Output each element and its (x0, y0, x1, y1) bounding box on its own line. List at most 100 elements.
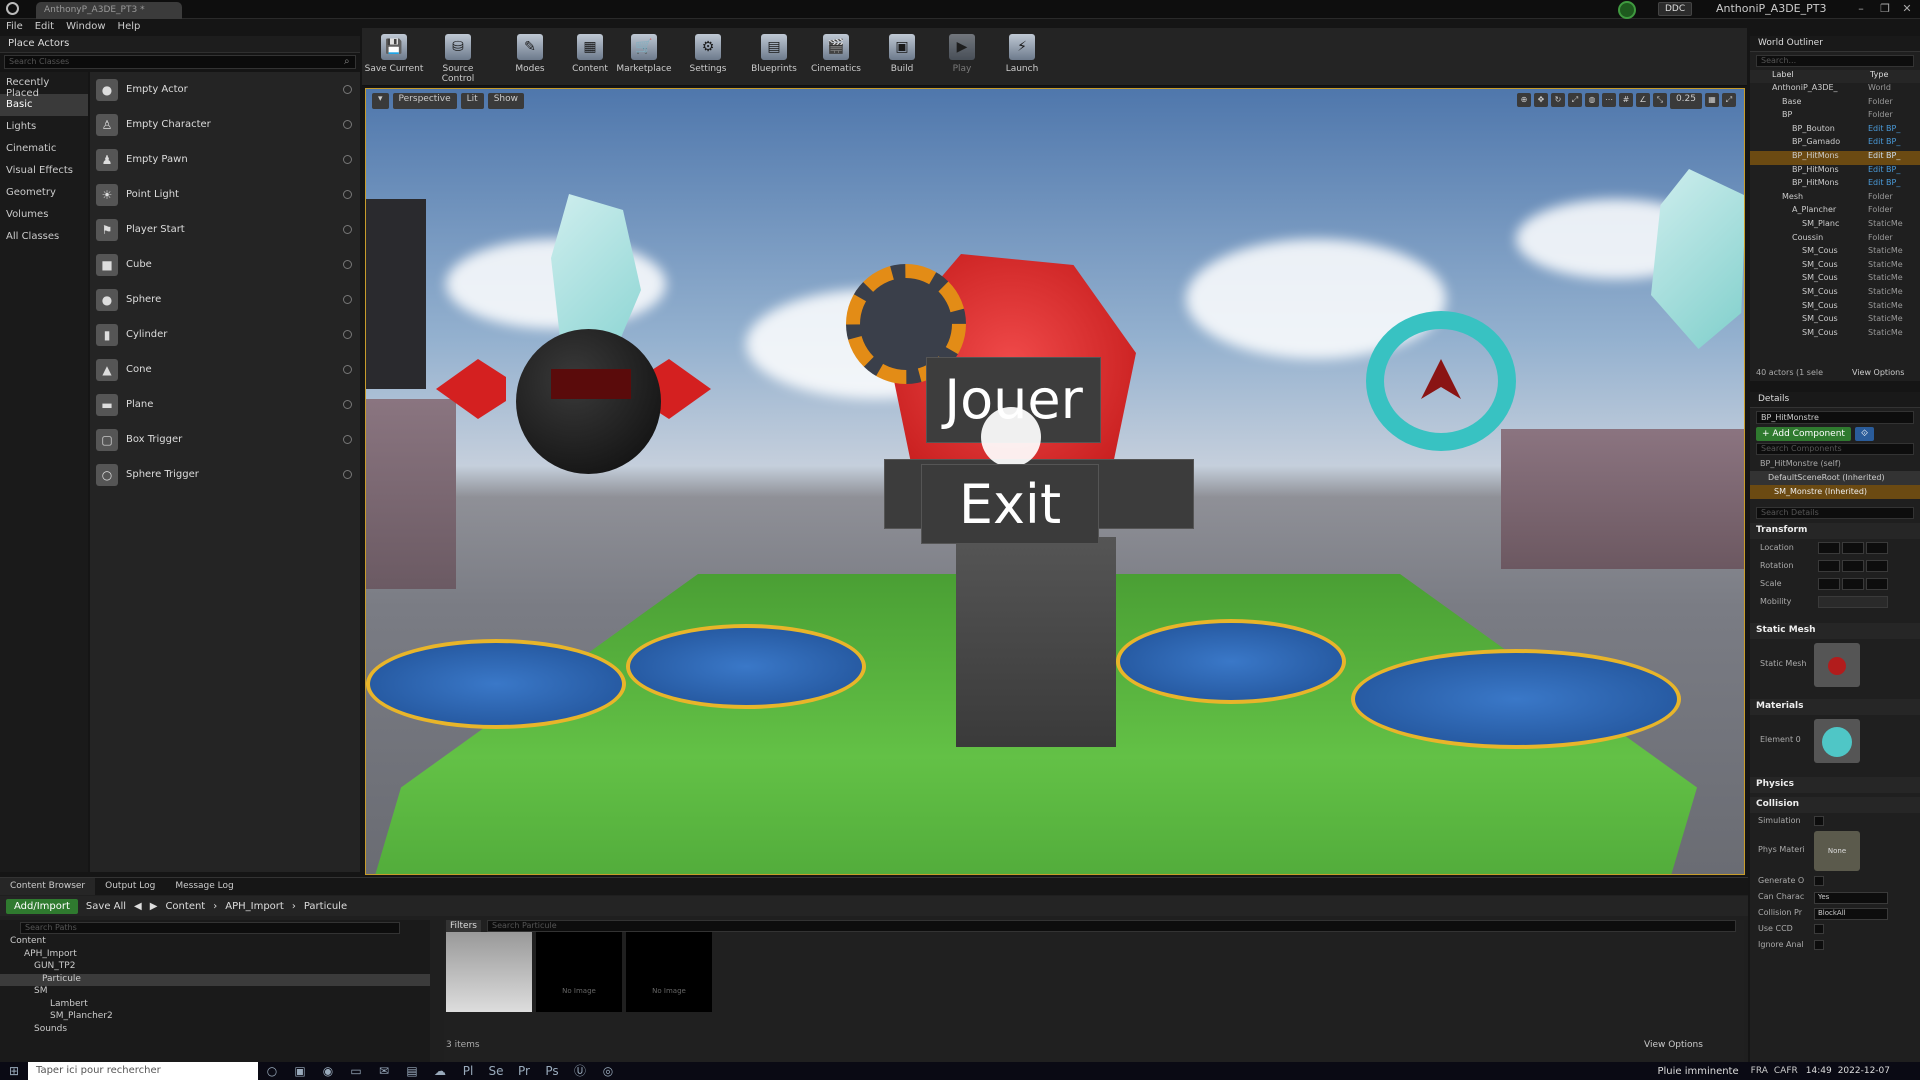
search-classes-input[interactable]: Search Classes (4, 55, 356, 69)
minimize-icon[interactable]: – (1852, 2, 1870, 15)
grid-snap-icon[interactable]: # (1618, 93, 1633, 107)
actor-sphere[interactable]: ● Sphere (90, 282, 360, 317)
menu-file[interactable]: File (0, 19, 29, 34)
marketplace-button[interactable]: 🛒 Marketplace (612, 34, 676, 82)
camera-speed[interactable]: 0.25 (1669, 93, 1702, 109)
asset-thumbnail[interactable]: No Image (626, 932, 712, 1012)
outliner-row-selected[interactable]: BP_HitMons Edit BP_ (1750, 150, 1920, 165)
angle-snap-icon[interactable]: ∠ (1635, 93, 1650, 107)
cortana-icon[interactable]: ○ (258, 1062, 286, 1080)
exit-button[interactable]: Exit (921, 464, 1099, 544)
pl-app-icon[interactable]: Pl (454, 1062, 482, 1080)
blueprints-button[interactable]: ▤ Blueprints (742, 34, 806, 82)
search-paths-input[interactable]: Search Paths (20, 922, 400, 934)
lit-button[interactable]: Lit (460, 93, 484, 109)
edit-bp-link[interactable]: Edit BP_ (1868, 124, 1900, 133)
save-all-button[interactable]: Save All (86, 901, 126, 912)
outliner-row[interactable]: SM_Cous StaticMe (1750, 314, 1920, 328)
folder-aph-import[interactable]: APH_Import (0, 949, 430, 962)
actor-player-start[interactable]: ⚑ Player Start (90, 212, 360, 247)
store-icon[interactable]: ▤ (398, 1062, 426, 1080)
edit-bp-link[interactable]: Edit BP_ (1868, 151, 1900, 160)
outliner-row[interactable]: A_Plancher Folder (1750, 205, 1920, 219)
actor-empty-character[interactable]: ♙ Empty Character (90, 107, 360, 142)
cinematics-button[interactable]: 🎬 Cinematics (804, 34, 868, 82)
select-icon[interactable]: ⊕ (1516, 93, 1531, 107)
outliner-row[interactable]: SM_Planc StaticMe (1750, 219, 1920, 233)
clock-time[interactable]: 14:49 (1806, 1066, 1838, 1076)
maximize-icon[interactable]: ❐ (1876, 2, 1894, 15)
viewport-options-button[interactable]: ▾ (372, 93, 389, 109)
details-tab[interactable]: Details (1750, 392, 1920, 408)
edit-bp-link[interactable]: Edit BP_ (1868, 178, 1900, 187)
edit-bp-link[interactable]: Edit BP_ (1868, 165, 1900, 174)
scale-z-field[interactable] (1866, 578, 1888, 590)
maximize-viewport-icon[interactable]: ⤢ (1722, 93, 1736, 107)
outliner-row[interactable]: BP_HitMons Edit BP_ (1750, 178, 1920, 192)
folder-particule[interactable]: Particule (0, 973, 430, 986)
show-button[interactable]: Show (487, 93, 524, 109)
place-actors-tab[interactable]: Place Actors (0, 36, 360, 53)
category-cinematic[interactable]: Cinematic (0, 138, 88, 160)
surface-snap-icon[interactable]: ⋯ (1601, 93, 1616, 107)
language-indicator[interactable]: FRA (1751, 1066, 1774, 1076)
asset-thumbnail[interactable]: No Image (536, 932, 622, 1012)
outliner-row[interactable]: SM_Cous StaticMe (1750, 246, 1920, 260)
phys-material-thumbnail[interactable]: None (1814, 831, 1860, 871)
category-visual-effects[interactable]: Visual Effects (0, 160, 88, 182)
taskbar-search-input[interactable]: Taper ici pour rechercher (28, 1062, 258, 1080)
collision-section[interactable]: Collision (1750, 797, 1920, 813)
back-arrow-icon[interactable]: ◀ (134, 901, 142, 912)
source-control-status-icon[interactable] (1618, 1, 1636, 19)
windows-start-icon[interactable]: ⊞ (0, 1062, 28, 1080)
add-import-button[interactable]: Add/Import (6, 898, 78, 914)
can-character-select[interactable]: Yes (1814, 892, 1888, 904)
folder-gun-tp2[interactable]: GUN_TP2 (0, 961, 430, 974)
physics-section[interactable]: Physics (1750, 777, 1920, 793)
outliner-row[interactable]: BP_Gamado Edit BP_ (1750, 137, 1920, 151)
perspective-button[interactable]: Perspective (392, 93, 457, 109)
forward-arrow-icon[interactable]: ▶ (150, 901, 158, 912)
save-current-button[interactable]: 💾 Save Current (362, 34, 426, 82)
mail-icon[interactable]: ✉ (370, 1062, 398, 1080)
scale-icon[interactable]: ⤢ (1567, 93, 1582, 107)
outliner-row[interactable]: BP_Bouton Edit BP_ (1750, 124, 1920, 138)
location-z-field[interactable] (1866, 542, 1888, 554)
category-geometry[interactable]: Geometry (0, 182, 88, 204)
component-self[interactable]: BP_HitMonstre (self) (1750, 457, 1920, 471)
scale-snap-icon[interactable]: ⤡ (1652, 93, 1667, 107)
weather-status[interactable]: Pluie imminente (1657, 1066, 1750, 1077)
simulation-checkbox[interactable] (1814, 816, 1824, 826)
document-tab[interactable]: AnthonyP_A3DE_PT3 * (36, 2, 182, 19)
type-column-header[interactable]: Type (1870, 70, 1888, 79)
actor-sphere-trigger[interactable]: ○ Sphere Trigger (90, 457, 360, 492)
outliner-row[interactable]: Base Folder (1750, 97, 1920, 111)
label-column-header[interactable]: Label (1772, 70, 1794, 79)
play-button[interactable]: ▶ Play (930, 34, 994, 82)
se-app-icon[interactable]: Se (482, 1062, 510, 1080)
actor-cube[interactable]: ■ Cube (90, 247, 360, 282)
filters-button[interactable]: Filters (446, 920, 481, 932)
mobility-toggle[interactable] (1818, 596, 1888, 608)
edge-icon[interactable]: ◉ (314, 1062, 342, 1080)
actor-point-light[interactable]: ☀ Point Light (90, 177, 360, 212)
unreal-taskbar-icon[interactable]: Ⓤ (566, 1062, 594, 1080)
category-all-classes[interactable]: All Classes (0, 226, 88, 248)
actor-cone[interactable]: ▲ Cone (90, 352, 360, 387)
folder-lambert[interactable]: Lambert (0, 999, 430, 1012)
ignore-anal-checkbox[interactable] (1814, 940, 1824, 950)
folder-sm-plancher2[interactable]: SM_Plancher2 (0, 1011, 430, 1024)
materials-section[interactable]: Materials (1750, 699, 1920, 715)
component-root[interactable]: DefaultSceneRoot (Inherited) (1750, 471, 1920, 485)
rotation-y-field[interactable] (1842, 560, 1864, 572)
category-lights[interactable]: Lights (0, 116, 88, 138)
scale-x-field[interactable] (1818, 578, 1840, 590)
tab-message-log[interactable]: Message Log (165, 878, 243, 895)
world-icon[interactable]: ◍ (1584, 93, 1599, 107)
category-volumes[interactable]: Volumes (0, 204, 88, 226)
collision-preset-select[interactable]: BlockAll (1814, 908, 1888, 920)
actor-empty-actor[interactable]: ● Empty Actor (90, 72, 360, 107)
build-button[interactable]: ▣ Build (870, 34, 934, 82)
use-ccd-checkbox[interactable] (1814, 924, 1824, 934)
search-details-input[interactable]: Search Details (1756, 507, 1914, 519)
